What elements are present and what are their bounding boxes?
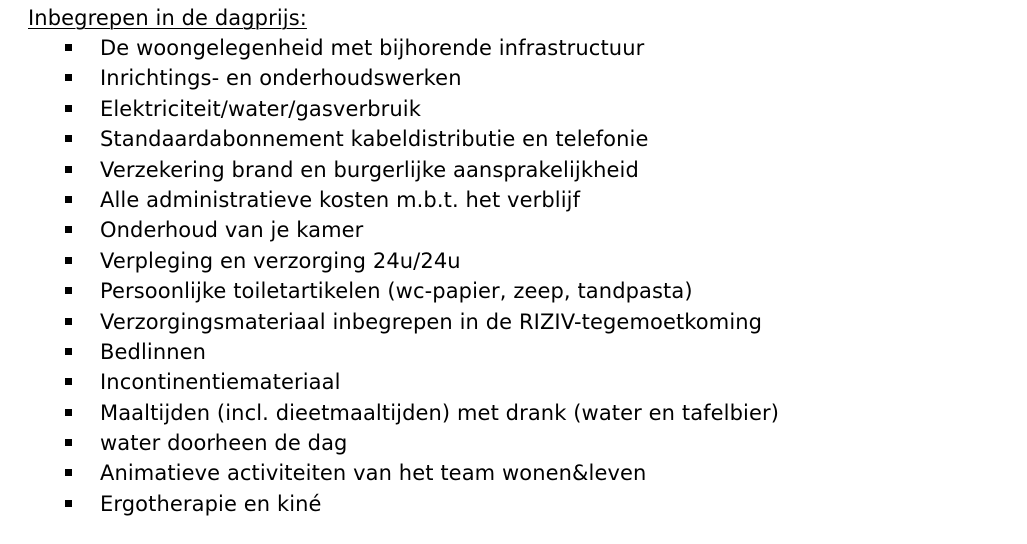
square-bullet-icon xyxy=(65,165,72,173)
list-item-label: Maaltijden (incl. dieetmaaltijden) met d… xyxy=(100,400,780,425)
list-item-label: Persoonlijke toiletartikelen (wc-papier,… xyxy=(100,279,693,304)
square-bullet-icon xyxy=(65,104,72,112)
list-item-label: water doorheen de dag xyxy=(100,431,348,456)
list-item-label: Verzekering brand en burgerlijke aanspra… xyxy=(100,157,639,182)
list-item-label: De woongelegenheid met bijhorende infras… xyxy=(100,36,645,60)
square-bullet-icon xyxy=(65,439,72,447)
list-item-label: Verzorgingsmateriaal inbegrepen in de RI… xyxy=(100,309,763,334)
square-bullet-icon xyxy=(65,347,72,355)
list-item-label: Verpleging en verzorging 24u/24u xyxy=(100,248,461,273)
square-bullet-icon xyxy=(65,499,72,507)
list-item-label: Onderhoud van je kamer xyxy=(100,218,364,243)
square-bullet-icon xyxy=(65,378,72,386)
square-bullet-icon xyxy=(65,226,72,234)
section-heading: Inbegrepen in de dagprijs: xyxy=(28,6,307,30)
list-item-label: Alle administratieve kosten m.b.t. het v… xyxy=(100,187,581,212)
document-page: Inbegrepen in de dagprijs: De woongelege… xyxy=(0,0,1027,544)
square-bullet-icon xyxy=(65,317,72,325)
square-bullet-icon xyxy=(65,469,72,477)
list-item-label: Inrichtings- en onderhoudswerken xyxy=(100,66,462,91)
square-bullet-icon xyxy=(65,256,72,264)
list-item-label: Standaardabonnement kabeldistributie en … xyxy=(100,127,649,152)
list-item-label: Incontinentiemateriaal xyxy=(100,370,341,395)
square-bullet-icon xyxy=(65,135,72,143)
square-bullet-icon xyxy=(65,44,72,51)
square-bullet-icon xyxy=(65,408,72,416)
square-bullet-icon xyxy=(65,74,72,82)
list-item-label: Bedlinnen xyxy=(100,339,207,364)
list-item-label: Animatieve activiteiten van het team won… xyxy=(100,461,647,486)
list-item-label: Ergotherapie en kiné xyxy=(100,491,322,516)
square-bullet-icon xyxy=(65,287,72,295)
square-bullet-icon xyxy=(65,195,72,203)
list-item-label: Elektriciteit/water/gasverbruik xyxy=(100,96,421,121)
